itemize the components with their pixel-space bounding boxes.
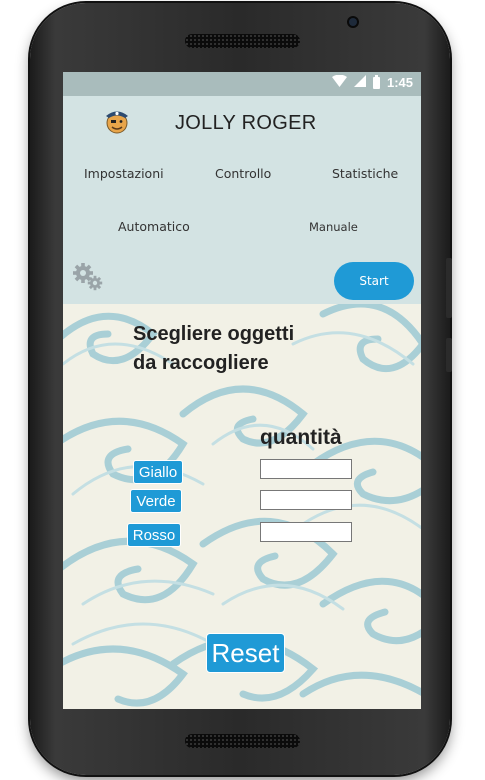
verde-button[interactable]: Verde — [130, 489, 182, 513]
app-header: JOLLY ROGER Impostazioni Controllo Stati… — [63, 96, 421, 312]
wave-panel: Scegliere oggetti da raccogliere quantit… — [63, 304, 421, 709]
nav-statistiche[interactable]: Statistiche — [332, 166, 398, 181]
nav-automatico[interactable]: Automatico — [118, 219, 190, 234]
status-time: 1:45 — [386, 75, 413, 90]
power-button — [446, 338, 452, 372]
headline-line-1: Scegliere oggetti — [133, 323, 295, 345]
nav-manuale[interactable]: Manuale — [309, 220, 358, 234]
verde-quantity-input[interactable] — [260, 490, 352, 510]
giallo-quantity-input[interactable] — [260, 459, 352, 479]
signal-icon — [353, 75, 366, 90]
top-speaker — [185, 34, 300, 48]
battery-icon — [372, 74, 380, 89]
nav-controllo[interactable]: Controllo — [215, 166, 271, 181]
wifi-icon — [331, 74, 347, 90]
headline-line-2: da raccogliere — [133, 352, 269, 374]
status-bar: 1:45 — [63, 72, 421, 96]
bottom-speaker — [185, 734, 300, 748]
front-camera — [349, 18, 357, 26]
app-title: JOLLY ROGER — [175, 112, 317, 134]
form-headline: Scegliere oggetti da raccogliere — [133, 320, 393, 378]
volume-button — [446, 258, 452, 318]
rosso-quantity-input[interactable] — [260, 522, 352, 542]
giallo-button[interactable]: Giallo — [133, 460, 183, 484]
nav-impostazioni[interactable]: Impostazioni — [84, 166, 164, 181]
pirate-avatar-icon — [106, 111, 128, 134]
screen: 1:45 JOLLY ROGER Impostazioni Controllo … — [63, 72, 421, 709]
gears-icon[interactable] — [71, 262, 105, 292]
quantity-label: quantità — [260, 426, 342, 449]
start-button[interactable]: Start — [334, 262, 414, 300]
reset-button[interactable]: Reset — [206, 633, 285, 673]
rosso-button[interactable]: Rosso — [127, 523, 181, 547]
